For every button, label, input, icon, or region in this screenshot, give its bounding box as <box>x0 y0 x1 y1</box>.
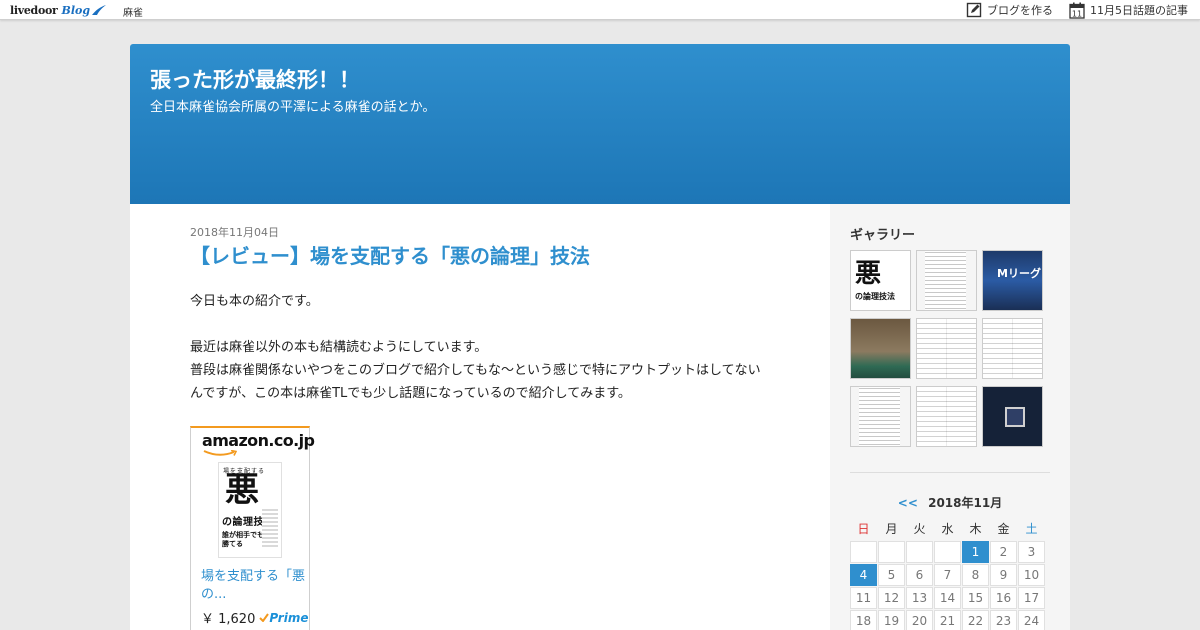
calendar-day: 13 <box>906 587 933 609</box>
calendar-prev-month[interactable]: << <box>898 496 918 510</box>
amazon-product-link[interactable]: 場を支配する「悪の... <box>201 568 305 604</box>
wing-icon <box>92 5 107 15</box>
gallery-book-glyph: 悪 <box>855 259 882 289</box>
blog-title[interactable]: 張った形が最終形！！ <box>150 64 360 94</box>
calendar-blank-cell <box>850 541 877 563</box>
prime-check-icon <box>259 613 270 622</box>
calendar-weekday: 木 <box>969 522 982 536</box>
gallery-heading: ギャラリー <box>850 228 916 243</box>
amazon-logo: amazon.co.jp <box>202 431 315 450</box>
calendar-day: 21 <box>934 610 961 630</box>
prime-badge: Prime <box>259 611 308 625</box>
calendar-weekday: 土 <box>1025 522 1038 536</box>
amazon-price: ￥ 1,620 <box>201 612 256 627</box>
calendar-blank-cell <box>934 541 961 563</box>
calendar-day: 8 <box>962 564 989 586</box>
calendar-day: 24 <box>1018 610 1045 630</box>
category-link[interactable]: 麻雀 <box>123 4 143 19</box>
post-title[interactable]: 【レビュー】場を支配する「悪の論理」技法 <box>190 240 590 269</box>
calendar-day: 12 <box>878 587 905 609</box>
post-body: 今日も本の紹介です。 最近は麻雀以外の本も結構読むようにしています。 普段は麻雀… <box>190 290 770 428</box>
calendar-day: 19 <box>878 610 905 630</box>
calendar-day: 2 <box>990 541 1017 563</box>
calendar-day: 23 <box>990 610 1017 630</box>
gallery-thumbnail[interactable] <box>982 318 1043 379</box>
create-blog-label: ブログを作る <box>987 4 1053 17</box>
calendar-header: << 2018年11月 <box>850 494 1050 511</box>
main-content: 2018年11月04日 【レビュー】場を支配する「悪の論理」技法 今日も本の紹介… <box>130 204 830 630</box>
gallery-thumbnail[interactable] <box>850 318 911 379</box>
book-cover-sidebar-pattern <box>262 509 278 549</box>
calendar-day: 5 <box>878 564 905 586</box>
blog-description: 全日本麻雀協会所属の平澤による麻雀の話とか。 <box>150 100 436 115</box>
calendar-weekday: 日 <box>857 522 870 536</box>
calendar-weekday: 金 <box>997 522 1010 536</box>
calendar-day: 11 <box>850 587 877 609</box>
calendar-day: 7 <box>934 564 961 586</box>
gallery-thumbnail[interactable] <box>982 386 1043 447</box>
gallery-thumbnail[interactable] <box>916 250 977 311</box>
calendar-month: 2018年11月 <box>928 496 1003 510</box>
calendar-weekday: 水 <box>941 522 954 536</box>
gallery-thumbnail[interactable] <box>916 386 977 447</box>
calendar-day: 20 <box>906 610 933 630</box>
amazon-smile-icon <box>203 450 237 456</box>
calendar-day: 3 <box>1018 541 1045 563</box>
calendar-day: 16 <box>990 587 1017 609</box>
gallery-m-text: Mリーグ <box>997 267 1041 280</box>
calendar-blank-cell <box>906 541 933 563</box>
calendar-blank-cell <box>878 541 905 563</box>
sidebar-divider <box>850 472 1050 473</box>
calendar-day[interactable]: 4 <box>850 564 877 586</box>
gallery-book-subtitle: の論理技法 <box>855 292 895 301</box>
calendar-day: 9 <box>990 564 1017 586</box>
calendar-day: 17 <box>1018 587 1045 609</box>
amazon-price-row: ￥ 1,620 Prime <box>201 608 308 628</box>
amazon-product-card[interactable]: amazon.co.jp 場を支配する 悪 の論理技法 誰が相手でも必ず勝てる … <box>190 426 315 630</box>
top-bar: livedoor Blog 麻雀 ブログを作る 11 11月5日話題の記事 <box>0 0 1200 20</box>
book-cover-image[interactable]: 場を支配する 悪 の論理技法 誰が相手でも必ず勝てる <box>218 462 282 558</box>
calendar-weekday: 火 <box>913 522 926 536</box>
calendar-day: 14 <box>934 587 961 609</box>
create-blog-link[interactable]: ブログを作る <box>966 2 1053 18</box>
trending-link[interactable]: 11 11月5日話題の記事 <box>1069 2 1188 19</box>
gallery-thumbnail[interactable]: Mリーグ <box>982 250 1043 311</box>
gallery-thumbnail[interactable] <box>850 386 911 447</box>
trending-label: 11月5日話題の記事 <box>1090 4 1188 17</box>
top-bar-right: ブログを作る 11 11月5日話題の記事 <box>950 1 1188 19</box>
post-paragraph: 今日も本の紹介です。 <box>190 294 319 309</box>
sidebar: ギャラリー 悪 の論理技法 Mリーグ << 2018年11月 日月火水木金土12… <box>830 204 1070 630</box>
calendar-icon: 11 <box>1069 2 1085 19</box>
calendar-day: 22 <box>962 610 989 630</box>
calendar-grid: 日月火水木金土 1 2 3 4 5 6 7 8 9 10 11 12 13 14 15 16 17 18 19 20 21… <box>850 518 1050 630</box>
post-date: 2018年11月04日 <box>190 226 279 239</box>
edit-icon <box>966 2 982 18</box>
prime-label: Prime <box>269 610 309 625</box>
blog-header: 張った形が最終形！！ 全日本麻雀協会所属の平澤による麻雀の話とか。 <box>130 44 1070 204</box>
gallery-grid: 悪 の論理技法 Mリーグ <box>850 250 1044 447</box>
calendar-day: 10 <box>1018 564 1045 586</box>
calendar-weekday: 月 <box>885 522 898 536</box>
calendar-icon-day: 11 <box>1072 9 1082 18</box>
gallery-thumbnail[interactable] <box>916 318 977 379</box>
calendar-day: 15 <box>962 587 989 609</box>
book-cover-title: 悪 <box>225 470 259 510</box>
logo-word: livedoor <box>10 3 58 17</box>
post-paragraph: 最近は麻雀以外の本も結構読むようにしています。 普段は麻雀関係ないやつをこのブロ… <box>190 340 761 401</box>
calendar-day: 18 <box>850 610 877 630</box>
calendar-day[interactable]: 1 <box>962 541 989 563</box>
calendar-day: 6 <box>906 564 933 586</box>
logo-blog: Blog <box>61 3 91 17</box>
livedoor-blog-logo[interactable]: livedoor Blog <box>10 2 107 18</box>
gallery-thumbnail[interactable]: 悪 の論理技法 <box>850 250 911 311</box>
